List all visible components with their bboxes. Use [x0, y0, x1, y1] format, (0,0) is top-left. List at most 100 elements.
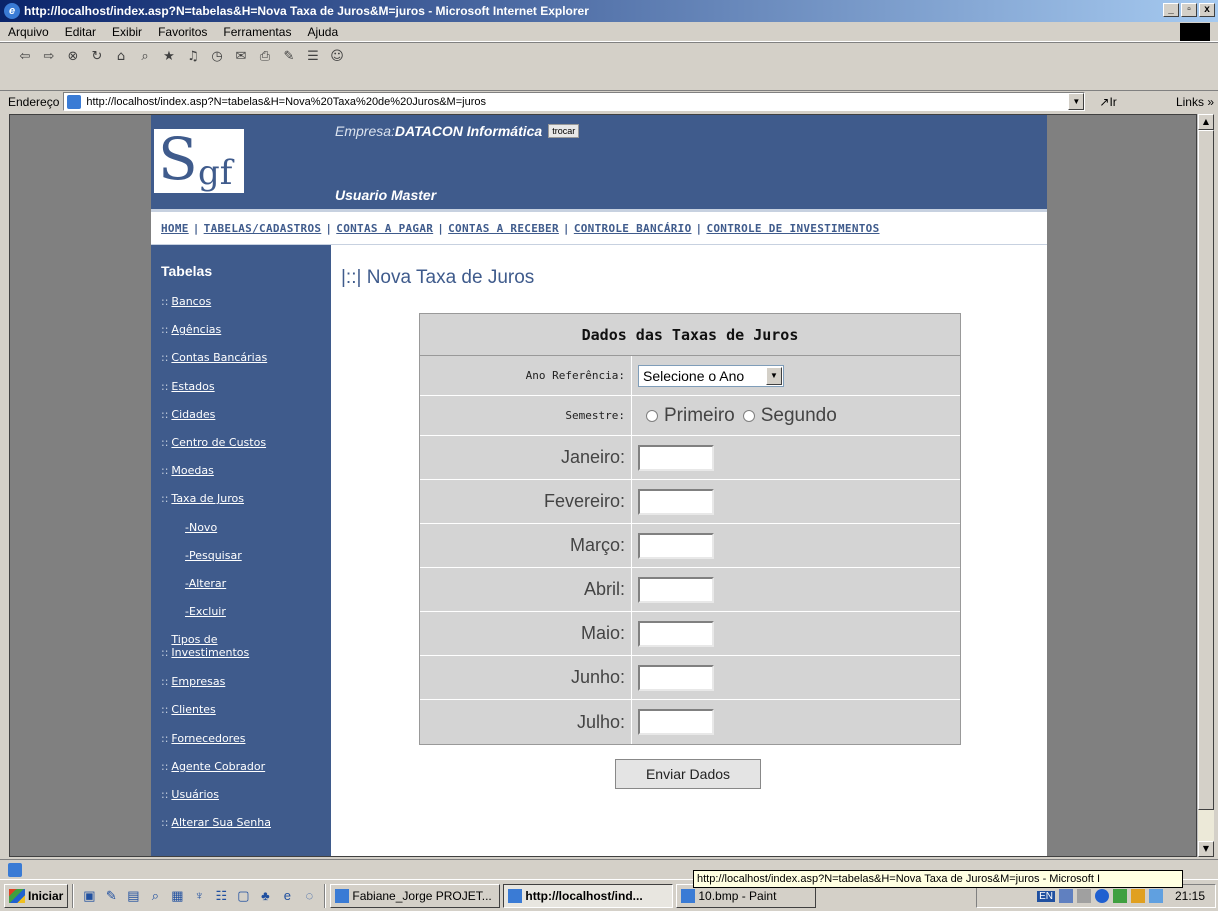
scroll-up-icon[interactable]: ▲: [1198, 114, 1214, 130]
marco-input[interactable]: [638, 532, 714, 559]
sidebar-link[interactable]: Contas Bancárias: [171, 351, 267, 364]
sidebar-item-empresas[interactable]: :: Empresas: [161, 673, 331, 701]
history-icon[interactable]: ◷: [208, 47, 226, 65]
search-icon[interactable]: ⌕: [136, 47, 154, 65]
volume-icon[interactable]: [1076, 889, 1091, 903]
task-ie[interactable]: http://localhost/ind...: [503, 883, 674, 908]
menu-ferramentas[interactable]: Ferramentas: [215, 25, 299, 39]
menu-ajuda[interactable]: Ajuda: [299, 25, 346, 39]
sidebar-subitem-novo[interactable]: -Novo: [161, 519, 331, 547]
sidebar-item-clientes[interactable]: :: Clientes: [161, 701, 331, 729]
nav-controle-bancario[interactable]: CONTROLE BANCÁRIO: [574, 222, 692, 235]
sidebar-link[interactable]: Tipos de Investimentos: [171, 633, 261, 659]
media-icon[interactable]: ♫: [184, 47, 202, 65]
sidebar-item-estados[interactable]: :: Estados: [161, 378, 331, 406]
messenger-tray-icon[interactable]: [1148, 889, 1163, 903]
stop-icon[interactable]: ⊗: [64, 47, 82, 65]
task-word[interactable]: Fabiane_Jorge PROJET...: [330, 883, 501, 908]
sidebar-link[interactable]: Empresas: [171, 675, 225, 688]
refresh-icon[interactable]: ↻: [88, 47, 106, 65]
junho-input[interactable]: [638, 664, 714, 691]
sidebar-link[interactable]: Estados: [171, 380, 214, 393]
tray-app-icon[interactable]: [1130, 889, 1145, 903]
sidebar-item-agente-cobrador[interactable]: :: Agente Cobrador: [161, 758, 331, 786]
sidebar-link[interactable]: Taxa de Juros: [171, 492, 244, 505]
sidebar-item-centro-custos[interactable]: :: Centro de Custos: [161, 434, 331, 462]
quicklaunch-icon[interactable]: ♆: [191, 888, 207, 904]
start-button[interactable]: Iniciar: [4, 883, 69, 908]
quicklaunch-icon[interactable]: ✎: [103, 888, 119, 904]
sidebar-item-agencias[interactable]: :: Agências: [161, 321, 331, 349]
sidebar-item-moedas[interactable]: :: Moedas: [161, 462, 331, 490]
julho-input[interactable]: [638, 709, 714, 735]
sidebar-subitem-pesquisar[interactable]: -Pesquisar: [161, 547, 331, 575]
mail-icon[interactable]: ✉: [232, 47, 250, 65]
messenger-quicklaunch-icon[interactable]: ◌: [301, 888, 317, 904]
scroll-down-icon[interactable]: ▼: [1198, 841, 1214, 857]
nav-contas-receber[interactable]: CONTAS A RECEBER: [448, 222, 559, 235]
sidebar-item-usuarios[interactable]: :: Usuários: [161, 786, 331, 814]
language-indicator[interactable]: EN: [1037, 890, 1055, 902]
go-button[interactable]: ↗Ir: [1099, 95, 1116, 109]
sidebar-link[interactable]: Agências: [171, 323, 221, 336]
sidebar-item-bancos[interactable]: :: Bancos: [161, 293, 331, 321]
sidebar-link[interactable]: Moedas: [171, 464, 213, 477]
scroll-thumb[interactable]: [1198, 130, 1214, 810]
sidebar-sublink[interactable]: -Novo: [185, 521, 217, 534]
sidebar-link[interactable]: Centro de Custos: [171, 436, 266, 449]
sidebar-link[interactable]: Usuários: [171, 788, 219, 801]
sidebar-item-cidades[interactable]: :: Cidades: [161, 406, 331, 434]
maio-input[interactable]: [638, 620, 714, 647]
abril-input[interactable]: [638, 576, 714, 603]
nav-controle-investimentos[interactable]: CONTROLE DE INVESTIMENTOS: [706, 222, 879, 235]
network-icon[interactable]: [1058, 889, 1073, 903]
nav-home[interactable]: HOME: [161, 222, 189, 235]
quicklaunch-icon[interactable]: ♣: [257, 888, 273, 904]
enviar-dados-button[interactable]: Enviar Dados: [615, 759, 761, 789]
links-button[interactable]: Links »: [1176, 95, 1214, 109]
fevereiro-input[interactable]: [638, 488, 714, 515]
home-icon[interactable]: ⌂: [112, 47, 130, 65]
janeiro-input[interactable]: [638, 444, 714, 471]
radio-segundo[interactable]: [742, 409, 755, 422]
chevron-down-icon[interactable]: ▼: [766, 366, 782, 385]
menu-arquivo[interactable]: Arquivo: [0, 25, 57, 39]
sidebar-link[interactable]: Clientes: [171, 703, 215, 716]
forward-icon[interactable]: ⇨: [40, 47, 58, 65]
nav-contas-pagar[interactable]: CONTAS A PAGAR: [336, 222, 433, 235]
sidebar-item-fornecedores[interactable]: :: Fornecedores: [161, 730, 331, 758]
address-dropdown-icon[interactable]: ▼: [1068, 93, 1085, 110]
address-input[interactable]: http://localhost/index.asp?N=tabelas&H=N…: [63, 92, 1086, 111]
quicklaunch-icon[interactable]: ⌕: [147, 888, 163, 904]
print-icon[interactable]: ⎙: [256, 47, 274, 65]
discuss-icon[interactable]: ☰: [304, 47, 322, 65]
sidebar-link[interactable]: Bancos: [171, 295, 211, 308]
tray-app-icon[interactable]: [1112, 889, 1127, 903]
sidebar-item-taxa-juros[interactable]: :: Taxa de Juros: [161, 490, 331, 518]
vertical-scrollbar[interactable]: ▲ ▼: [1197, 114, 1214, 857]
sidebar-link[interactable]: Cidades: [171, 408, 215, 421]
sidebar-subitem-excluir[interactable]: -Excluir: [161, 603, 331, 631]
ie-quicklaunch-icon[interactable]: e: [279, 888, 295, 904]
window-title-bar[interactable]: e http://localhost/index.asp?N=tabelas&H…: [0, 0, 1218, 22]
quicklaunch-icon[interactable]: ▣: [81, 888, 97, 904]
quicklaunch-icon[interactable]: ▢: [235, 888, 251, 904]
sidebar-item-tipos-investimentos[interactable]: ::Tipos de Investimentos: [161, 631, 331, 673]
sidebar-link[interactable]: Agente Cobrador: [171, 760, 265, 773]
sidebar-link[interactable]: Fornecedores: [171, 732, 245, 745]
sidebar-item-alterar-senha[interactable]: :: Alterar Sua Senha: [161, 814, 331, 842]
menu-exibir[interactable]: Exibir: [104, 25, 150, 39]
edit-icon[interactable]: ✎: [280, 47, 298, 65]
sidebar-subitem-alterar[interactable]: -Alterar: [161, 575, 331, 603]
quicklaunch-icon[interactable]: ▦: [169, 888, 185, 904]
sidebar-sublink[interactable]: -Pesquisar: [185, 549, 242, 562]
quicklaunch-icon[interactable]: ▤: [125, 888, 141, 904]
sidebar-sublink[interactable]: -Alterar: [185, 577, 226, 590]
menu-favoritos[interactable]: Favoritos: [150, 25, 215, 39]
sidebar-link[interactable]: Alterar Sua Senha: [171, 816, 271, 829]
trocar-button[interactable]: trocar: [548, 124, 580, 138]
maximize-button[interactable]: ▫: [1181, 3, 1197, 17]
messenger-icon[interactable]: ☺: [328, 47, 346, 65]
close-button[interactable]: x: [1199, 3, 1215, 17]
back-icon[interactable]: ⇦: [16, 47, 34, 65]
